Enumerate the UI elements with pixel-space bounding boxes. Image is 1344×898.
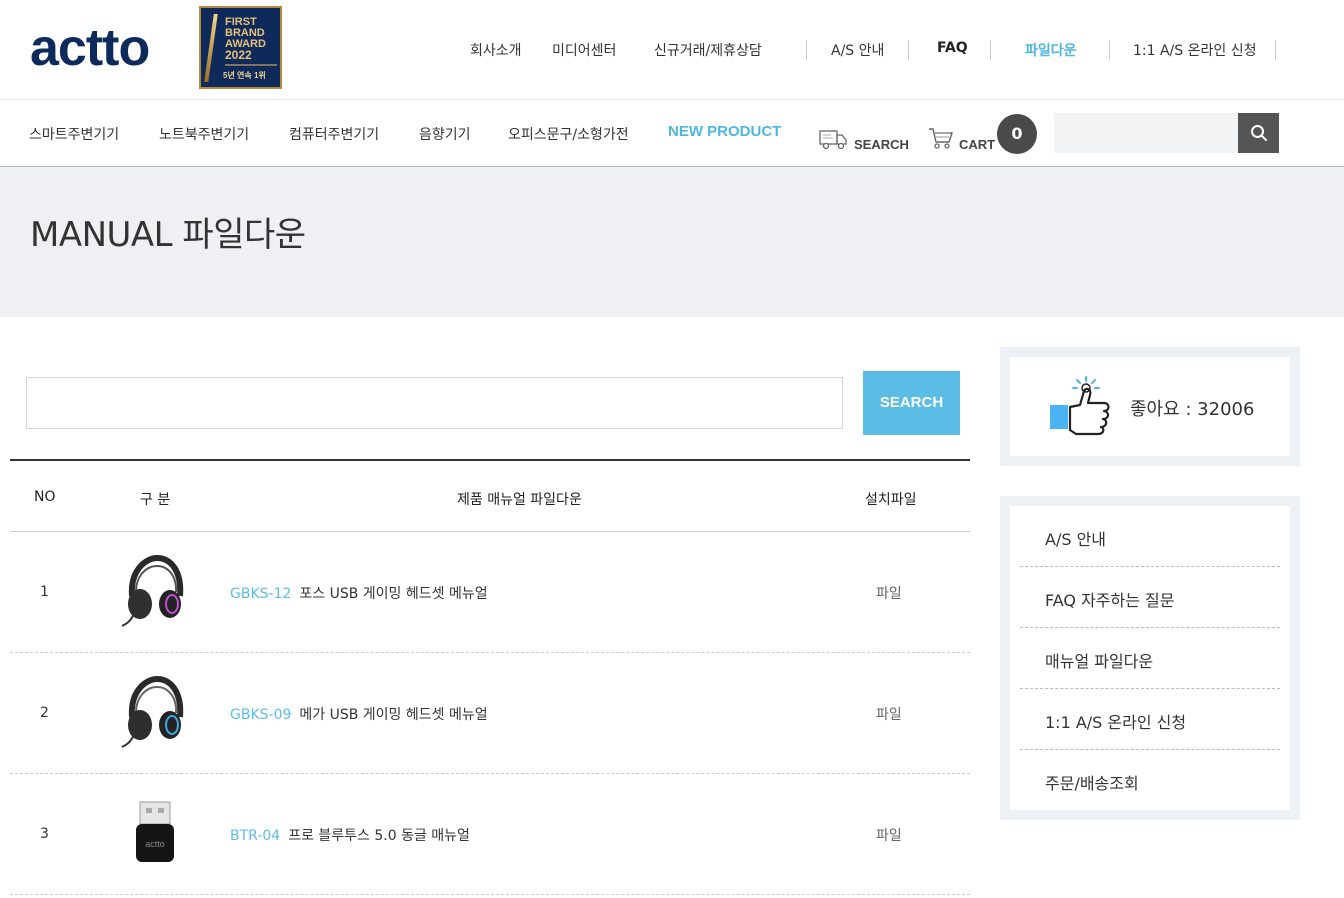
row-title[interactable]: 메가 USB 게이밍 헤드셋 메뉴얼 <box>299 707 487 723</box>
row-file-link[interactable]: 파일 <box>876 583 902 603</box>
cart-tool-label: CART <box>959 137 996 152</box>
row-code[interactable]: GBKS-09 <box>230 707 291 723</box>
manual-search-input[interactable] <box>26 377 843 429</box>
side-menu: A/S 안내 FAQ 자주하는 질문 매뉴얼 파일다운 1:1 A/S 온라인 … <box>1000 496 1300 820</box>
topnav-divider <box>1275 40 1276 60</box>
cat-notebook[interactable]: 노트북주변기기 <box>159 124 249 144</box>
topnav-divider <box>908 40 909 60</box>
side-item-label: 1:1 A/S 온라인 신청 <box>1045 713 1187 732</box>
page-banner: MANUAL 파일다운 <box>0 167 1344 317</box>
table-row: 3 actto BTR-04 프로 블루투스 5.0 동글 매뉴얼 파일 <box>10 774 970 895</box>
brand-award-badge: FIRST BRAND AWARD 2022 5년 연속 1위 <box>199 6 282 89</box>
thumbs-up-icon <box>1050 376 1110 436</box>
col-file: 설치파일 <box>865 492 917 508</box>
svg-text:actto: actto <box>145 839 165 849</box>
topnav-as-guide[interactable]: A/S 안내 <box>831 40 884 60</box>
row-title[interactable]: 프로 블루투스 5.0 동글 매뉴얼 <box>288 828 470 844</box>
table-header: NO 구 분 제품 매뉴얼 파일다운 설치파일 <box>10 459 970 532</box>
table-row: 1 GBKS-12 포스 USB 게이밍 헤드셋 메뉴얼 파일 <box>10 532 970 653</box>
cat-new-product[interactable]: NEW PRODUCT <box>668 123 781 140</box>
topnav-file-download[interactable]: 파일다운 <box>1025 40 1077 60</box>
row-title-link[interactable]: GBKS-09 메가 USB 게이밍 헤드셋 메뉴얼 <box>230 704 488 724</box>
row-file-link[interactable]: 파일 <box>876 704 902 724</box>
category-nav: 스마트주변기기 노트북주변기기 컴퓨터주변기기 음향기기 오피스문구/소형가전 … <box>0 100 1344 167</box>
actto-logo[interactable]: actto <box>30 22 150 74</box>
header-search-button[interactable] <box>1238 113 1279 153</box>
topnav-company[interactable]: 회사소개 <box>470 40 522 60</box>
like-box-inner[interactable]: 좋아요 : 32006 <box>1010 357 1290 456</box>
side-item-online-as[interactable]: 1:1 A/S 온라인 신청 <box>1020 689 1280 750</box>
cat-smart[interactable]: 스마트주변기기 <box>29 124 119 144</box>
cart-count-badge[interactable]: 0 <box>997 114 1037 154</box>
cat-audio[interactable]: 음향기기 <box>419 124 471 144</box>
page-title: MANUAL 파일다운 <box>30 215 306 255</box>
row-title[interactable]: 포스 USB 게이밍 헤드셋 메뉴얼 <box>299 586 487 602</box>
manual-search-button[interactable]: SEARCH <box>863 371 960 435</box>
header-search-input[interactable] <box>1054 113 1238 153</box>
col-category: 구 분 <box>140 492 171 508</box>
col-no: NO <box>34 489 56 505</box>
table-row: 2 GBKS-09 메가 USB 게이밍 헤드셋 메뉴얼 파일 <box>10 653 970 774</box>
topnav-divider <box>806 40 807 60</box>
topnav-divider <box>990 40 991 60</box>
cart-icon <box>929 128 953 149</box>
usb-dongle-icon[interactable]: actto <box>120 794 190 874</box>
award-divider <box>225 64 277 66</box>
manual-table: NO 구 분 제품 매뉴얼 파일다운 설치파일 1 GBKS-12 포스 USB … <box>10 459 970 895</box>
search-tool-label: SEARCH <box>854 137 909 152</box>
side-item-label: FAQ 자주하는 질문 <box>1045 591 1175 610</box>
side-item-label: 매뉴얼 파일다운 <box>1045 652 1154 671</box>
side-item-faq[interactable]: FAQ 자주하는 질문 <box>1020 567 1280 628</box>
row-title-link[interactable]: GBKS-12 포스 USB 게이밍 헤드셋 메뉴얼 <box>230 583 488 603</box>
search-tool[interactable]: SEARCH <box>818 118 909 152</box>
side-item-order-tracking[interactable]: 주문/배송조회 <box>1020 750 1280 811</box>
row-file-link[interactable]: 파일 <box>876 825 902 845</box>
topnav-media[interactable]: 미디어센터 <box>552 40 616 60</box>
top-header: actto FIRST BRAND AWARD 2022 5년 연속 1위 회사… <box>0 0 1344 100</box>
cat-computer[interactable]: 컴퓨터주변기기 <box>289 124 379 144</box>
award-sub: 5년 연속 1위 <box>223 71 266 80</box>
row-no: 3 <box>40 826 49 842</box>
side-item-label: 주문/배송조회 <box>1045 774 1139 793</box>
row-title-link[interactable]: BTR-04 프로 블루투스 5.0 동글 매뉴얼 <box>230 825 470 845</box>
row-no: 1 <box>40 584 49 600</box>
delivery-truck-icon <box>819 130 847 150</box>
topnav-divider <box>1109 40 1110 60</box>
topnav-online-as[interactable]: 1:1 A/S 온라인 신청 <box>1133 40 1256 60</box>
cat-office[interactable]: 오피스문구/소형가전 <box>508 124 629 144</box>
like-box: 좋아요 : 32006 <box>1000 347 1300 466</box>
row-no: 2 <box>40 705 49 721</box>
row-code[interactable]: BTR-04 <box>230 828 280 844</box>
side-item-manual-download[interactable]: 매뉴얼 파일다운 <box>1020 628 1280 689</box>
topnav-partnership[interactable]: 신규거래/제휴상담 <box>654 40 762 60</box>
headset-icon[interactable] <box>120 552 190 632</box>
topnav-faq[interactable]: FAQ <box>937 40 968 56</box>
award-trophy-icon <box>204 14 218 82</box>
row-code[interactable]: GBKS-12 <box>230 586 291 602</box>
headset-icon[interactable] <box>120 673 190 753</box>
award-year: 2022 <box>225 48 252 62</box>
search-icon <box>1250 125 1267 141</box>
cart-tool[interactable]: CART <box>927 118 995 152</box>
side-item-label: A/S 안내 <box>1045 530 1107 549</box>
side-menu-inner: A/S 안내 FAQ 자주하는 질문 매뉴얼 파일다운 1:1 A/S 온라인 … <box>1010 506 1290 810</box>
like-count: 좋아요 : 32006 <box>1130 399 1255 420</box>
col-title: 제품 매뉴얼 파일다운 <box>457 492 582 508</box>
side-item-as-guide[interactable]: A/S 안내 <box>1020 506 1280 567</box>
